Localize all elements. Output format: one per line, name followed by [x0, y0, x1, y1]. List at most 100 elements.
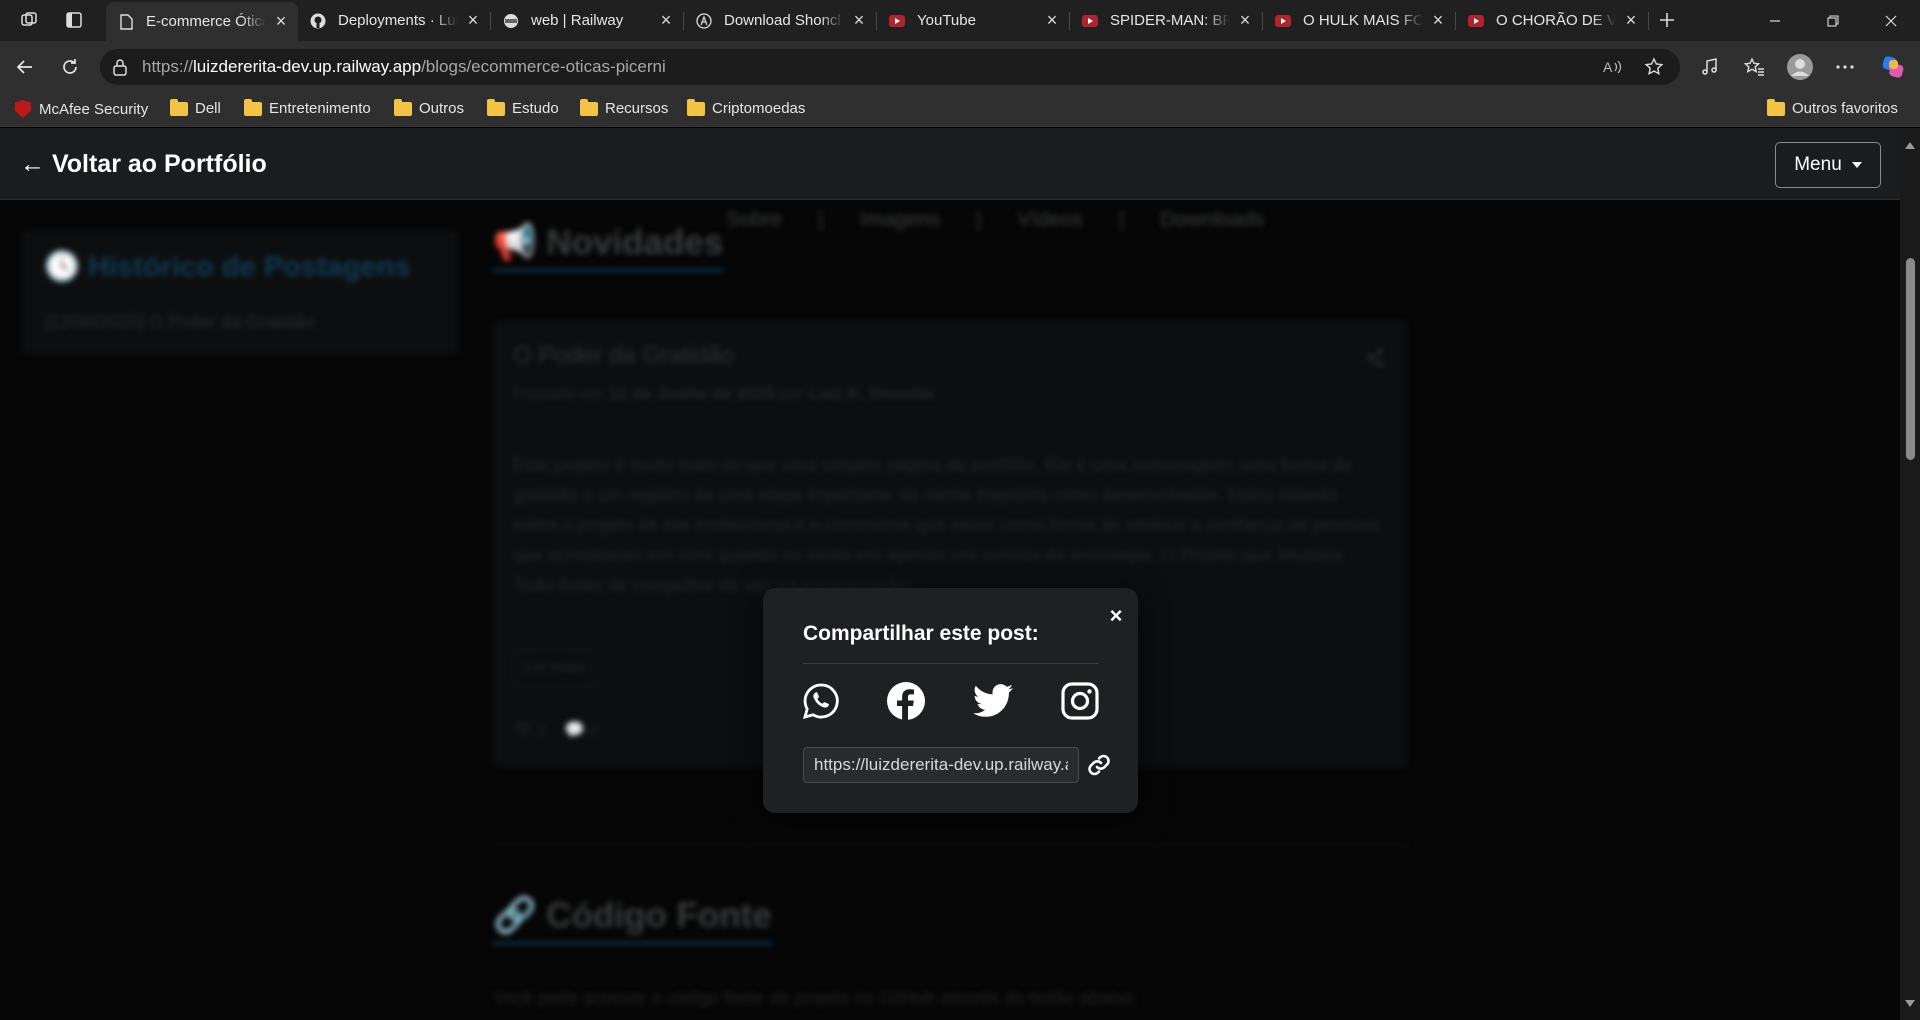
- instagram-icon[interactable]: [1060, 681, 1100, 721]
- bookmark-folder-criptomoedas[interactable]: Criptomoedas: [687, 98, 806, 117]
- sub-nav-divider: |: [818, 208, 824, 231]
- copilot-icon[interactable]: [1876, 50, 1910, 84]
- bookmark-label: Criptomoedas: [712, 100, 806, 117]
- tab-title: Download Shoncl: [724, 12, 841, 29]
- close-icon[interactable]: ×: [850, 10, 868, 30]
- close-icon[interactable]: ×: [1236, 10, 1254, 30]
- tab-railway[interactable]: web | Railway ×: [491, 0, 683, 41]
- close-icon[interactable]: ×: [272, 11, 290, 31]
- post-date: 12 de Junho de 2025: [608, 384, 775, 403]
- tab-deployments[interactable]: Deployments · Luiz ×: [298, 0, 490, 41]
- tab-youtube[interactable]: YouTube ×: [877, 0, 1069, 41]
- profile-avatar-icon[interactable]: [1783, 50, 1817, 84]
- folder-icon: [170, 98, 188, 116]
- railway-icon: [503, 13, 519, 29]
- tab-title: O HULK MAIS FOR: [1303, 12, 1423, 29]
- tab-title: E-commerce Óticas Picerni: [146, 13, 266, 30]
- bookmark-label: Entretenimento: [269, 100, 371, 117]
- code-title: 🔗 Código Fonte: [493, 895, 772, 945]
- meta-by: por: [779, 384, 805, 403]
- bookmark-folder-entretenimento[interactable]: Entretenimento: [244, 98, 371, 117]
- folder-icon: [687, 98, 705, 116]
- menu-label: Menu: [1794, 154, 1842, 175]
- facebook-icon[interactable]: [886, 681, 926, 721]
- page-content: ← Voltar ao Portfólio Menu Sobre | Imagens…: [0, 128, 1920, 1020]
- sub-nav: Sobre | Imagens | Vídeos | Downloads: [708, 208, 1282, 232]
- bookmark-folder-dell[interactable]: Dell: [170, 98, 221, 117]
- close-icon[interactable]: ×: [1429, 10, 1447, 30]
- sub-nav-imagens: Imagens: [859, 208, 941, 231]
- scroll-up-arrow-icon[interactable]: [1905, 142, 1915, 149]
- favorite-star-icon[interactable]: [1644, 57, 1664, 82]
- divider: [493, 845, 1408, 846]
- tab-title: O CHORÃO DE VI: [1496, 12, 1616, 29]
- bookmark-folder-estudo[interactable]: Estudo: [487, 98, 559, 117]
- bookmark-label: Dell: [195, 100, 221, 117]
- page-scrollbar[interactable]: [1900, 128, 1920, 1020]
- site-header: ← Voltar ao Portfólio Menu: [0, 128, 1900, 200]
- folder-icon: [1767, 98, 1785, 116]
- tab-title: SPIDER-MAN: BRA: [1110, 12, 1230, 29]
- window-close-icon[interactable]: [1862, 0, 1920, 41]
- modal-close-button[interactable]: ×: [1106, 603, 1126, 628]
- read-aloud-icon[interactable]: A: [1602, 57, 1624, 82]
- tab-title: web | Railway: [531, 12, 624, 29]
- sub-nav-divider: |: [1118, 208, 1125, 231]
- sub-nav-downloads: Downloads: [1160, 208, 1265, 231]
- a-circle-icon: [696, 12, 712, 29]
- minimize-icon[interactable]: [1746, 0, 1804, 41]
- sub-nav-videos: Vídeos: [1017, 208, 1083, 231]
- folder-icon: [394, 98, 412, 116]
- other-favorites[interactable]: Outros favoritos: [1767, 98, 1898, 117]
- bookmarks-bar: McAfee Security Dell Entretenimento Outr…: [0, 93, 1920, 127]
- restore-icon[interactable]: [1804, 0, 1862, 41]
- lock-icon[interactable]: [112, 58, 128, 81]
- back-arrow-icon[interactable]: [8, 50, 42, 84]
- copy-link-icon[interactable]: [1087, 754, 1111, 776]
- close-icon[interactable]: ×: [464, 10, 482, 30]
- history-item: [12/06/2025] O Poder da Gratidão: [44, 312, 316, 332]
- refresh-icon[interactable]: [53, 50, 87, 84]
- read-more-button: Ler mais: [513, 650, 597, 686]
- vertical-tabs-icon[interactable]: [57, 6, 91, 34]
- url-path: /blogs/ecommerce-oticas-picerni: [421, 57, 666, 76]
- tab-separator: [1648, 12, 1649, 30]
- tab-hulk[interactable]: O HULK MAIS FOR ×: [1263, 0, 1455, 41]
- bookmark-label: Recursos: [605, 100, 669, 117]
- more-options-icon[interactable]: [1828, 50, 1862, 84]
- close-icon[interactable]: ×: [657, 10, 675, 30]
- whatsapp-icon[interactable]: [801, 681, 841, 721]
- bookmark-folder-outros[interactable]: Outros: [394, 98, 465, 117]
- share-url-input[interactable]: [803, 747, 1079, 783]
- tab-strip: E-commerce Óticas Picerni × Deployments …: [0, 0, 1920, 41]
- media-control-icon[interactable]: [1693, 50, 1727, 84]
- meta-prefix: Postado em: [513, 384, 604, 403]
- new-tab-icon[interactable]: [1650, 6, 1684, 34]
- tab-download[interactable]: Download Shoncl ×: [684, 0, 876, 41]
- close-icon[interactable]: ×: [1043, 10, 1061, 30]
- scrollbar-thumb[interactable]: [1906, 258, 1915, 460]
- tab-chorao[interactable]: O CHORÃO DE VI ×: [1456, 0, 1648, 41]
- code-description: Você pode acessar o código fonte do proj…: [493, 988, 1138, 1008]
- menu-button[interactable]: Menu: [1775, 142, 1881, 188]
- workspaces-icon[interactable]: [12, 6, 46, 34]
- browser-toolbar: https://luizdererita-dev.up.railway.app/…: [0, 41, 1920, 93]
- bookmark-mcafee[interactable]: McAfee Security: [15, 100, 148, 118]
- svg-text:A: A: [1603, 59, 1613, 75]
- back-to-portfolio-link[interactable]: ← Voltar ao Portfólio: [20, 150, 267, 179]
- bookmark-label: Outros: [419, 100, 465, 117]
- bookmark-folder-recursos[interactable]: Recursos: [580, 98, 669, 117]
- github-icon: [310, 13, 326, 29]
- twitter-icon[interactable]: [973, 681, 1013, 721]
- mcafee-icon: [15, 100, 31, 118]
- tab-spiderman[interactable]: SPIDER-MAN: BRA ×: [1070, 0, 1262, 41]
- favorites-icon[interactable]: [1737, 50, 1771, 84]
- post-meta: Postado em 12 de Junho de 2025 por Luiz …: [513, 384, 934, 404]
- tab-ecommerce[interactable]: E-commerce Óticas Picerni ×: [106, 2, 298, 41]
- scroll-down-arrow-icon[interactable]: [1905, 1000, 1915, 1007]
- url-domain: luizdererita-dev.up.railway.app: [193, 57, 422, 76]
- address-bar[interactable]: https://luizdererita-dev.up.railway.app/…: [100, 49, 1680, 85]
- url-text[interactable]: https://luizdererita-dev.up.railway.app/…: [142, 57, 666, 77]
- close-icon[interactable]: ×: [1622, 10, 1640, 30]
- history-title: 🕓 Histórico de Postagens: [44, 251, 411, 283]
